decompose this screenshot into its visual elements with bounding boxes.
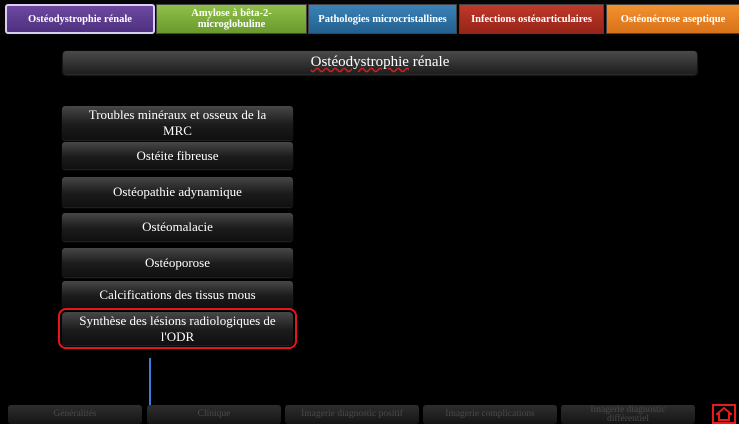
menu-item-synthese-lesions[interactable]: Synthèse des lésions radiologiques de l'… bbox=[58, 308, 297, 349]
menu-item-label: Ostéite fibreuse bbox=[136, 147, 219, 163]
nav-label: Clinique bbox=[197, 409, 231, 419]
menu-item-label: Ostéomalacie bbox=[142, 219, 213, 234]
tab-label: Amylose à bêta-2-microglobuline bbox=[191, 8, 272, 30]
top-tab-bar: Ostéodystrophie rénale Amylose à bêta-2-… bbox=[0, 0, 739, 36]
nav-generalites[interactable]: Généralités bbox=[8, 405, 142, 424]
tab-osteodystrophie-renale[interactable]: Ostéodystrophie rénale bbox=[5, 4, 155, 34]
bottom-nav-bar: Généralités Clinique Imagerie diagnostic… bbox=[0, 405, 739, 424]
tab-label: Infections ostéoarticulaires bbox=[471, 13, 592, 25]
page-title-word: Ostéodystrophie bbox=[310, 54, 409, 70]
menu-item-label: Troubles minéraux et osseux de la MRC bbox=[88, 107, 267, 138]
home-button[interactable] bbox=[712, 404, 736, 424]
menu-item-calcifications[interactable]: Calcifications des tissus mous bbox=[62, 281, 293, 308]
tab-infections-osteoarticulaires[interactable]: Infections ostéoarticulaires bbox=[459, 4, 604, 34]
page-title-rest: rénale bbox=[408, 54, 450, 70]
menu-item-troubles-mineraux[interactable]: Troubles minéraux et osseux de la MRC bbox=[62, 106, 293, 140]
menu-item-osteoporose[interactable]: Ostéoporose bbox=[62, 248, 293, 277]
tab-label: Ostéonécrose aseptique bbox=[620, 13, 726, 25]
tab-label: Pathologies microcristallines bbox=[318, 13, 447, 25]
menu-item-label: Synthèse des lésions radiologiques de l'… bbox=[79, 312, 276, 344]
nav-label: Imagerie diagnostic différentiel bbox=[590, 404, 666, 424]
nav-imagerie-complications[interactable]: Imagerie complications bbox=[423, 405, 557, 424]
nav-label: Imagerie diagnostic positif bbox=[301, 409, 403, 419]
tab-pathologies-microcristallines[interactable]: Pathologies microcristallines bbox=[308, 4, 457, 34]
tab-label: Ostéodystrophie rénale bbox=[28, 13, 132, 25]
nav-imagerie-diagnostic-differentiel[interactable]: Imagerie diagnostic différentiel bbox=[561, 405, 695, 424]
nav-label: Imagerie complications bbox=[445, 409, 535, 419]
tab-amylose[interactable]: Amylose à bêta-2-microglobuline bbox=[156, 4, 307, 34]
nav-imagerie-diagnostic-positif[interactable]: Imagerie diagnostic positif bbox=[285, 405, 419, 424]
menu-item-label: Calcifications des tissus mous bbox=[99, 286, 256, 302]
nav-label: Généralités bbox=[53, 409, 97, 419]
page-title: Ostéodystrophie rénale bbox=[63, 51, 697, 74]
menu-item-label: Ostéopathie adynamique bbox=[113, 184, 242, 199]
menu-item-osteopathie-adynamique[interactable]: Ostéopathie adynamique bbox=[62, 177, 293, 207]
menu-item-osteite-fibreuse[interactable]: Ostéite fibreuse bbox=[62, 142, 293, 169]
menu-item-label: Ostéoporose bbox=[145, 254, 210, 270]
home-icon bbox=[716, 407, 732, 421]
tab-osteonecrose-aseptique[interactable]: Ostéonécrose aseptique bbox=[606, 4, 739, 34]
nav-clinique[interactable]: Clinique bbox=[147, 405, 281, 424]
menu-item-osteomalacie[interactable]: Ostéomalacie bbox=[62, 213, 293, 241]
